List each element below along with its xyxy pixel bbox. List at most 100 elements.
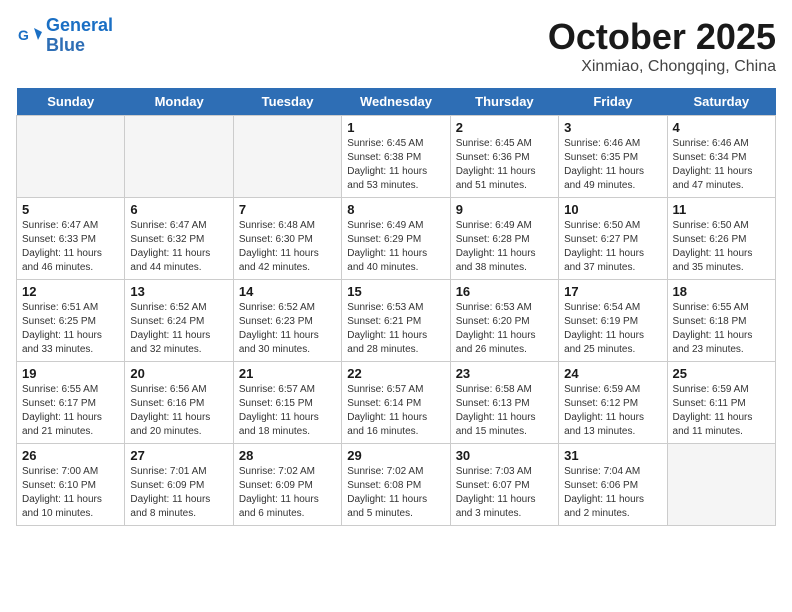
calendar-cell: 7Sunrise: 6:48 AM Sunset: 6:30 PM Daylig… [233, 198, 341, 280]
calendar-cell: 8 Sunrise: 6:49 AM Sunset: 6:29 PM Daylig… [342, 198, 450, 280]
day-info: Sunrise: 6:53 AM Sunset: 6:20 PM Dayligh… [456, 301, 553, 357]
calendar-cell: 14Sunrise: 6:52 AM Sunset: 6:23 PM Dayli… [233, 280, 341, 362]
day-info: Sunrise: 7:03 AM Sunset: 6:07 PM Dayligh… [456, 465, 553, 521]
calendar-week-row: 12Sunrise: 6:51 AM Sunset: 6:25 PM Dayli… [17, 280, 776, 362]
calendar-cell: 5Sunrise: 6:47 AM Sunset: 6:33 PM Daylig… [17, 198, 125, 280]
calendar-cell: 28Sunrise: 7:02 AM Sunset: 6:09 PM Dayli… [233, 444, 341, 526]
calendar-cell: 20 Sunrise: 6:56 AM Sunset: 6:16 PM Dayli… [125, 362, 233, 444]
calendar-cell: 30 Sunrise: 7:03 AM Sunset: 6:07 PM Dayli… [450, 444, 558, 526]
day-info: Sunrise: 6:45 AM Sunset: 6:38 PM Dayligh… [347, 137, 444, 193]
calendar-cell: 13 Sunrise: 6:52 AM Sunset: 6:24 PM Dayli… [125, 280, 233, 362]
calendar-cell: 15 Sunrise: 6:53 AM Sunset: 6:21 PM Dayli… [342, 280, 450, 362]
day-info: Sunrise: 6:50 AM Sunset: 6:27 PM Dayligh… [564, 219, 661, 275]
day-info: Sunrise: 6:54 AM Sunset: 6:19 PM Dayligh… [564, 301, 661, 357]
day-number: 5 [22, 202, 119, 217]
day-number: 19 [22, 366, 119, 381]
day-number: 24 [564, 366, 661, 381]
day-info: Sunrise: 6:55 AM Sunset: 6:17 PM Dayligh… [22, 383, 119, 439]
day-info: Sunrise: 7:02 AM Sunset: 6:09 PM Dayligh… [239, 465, 336, 521]
weekday-header-row: SundayMondayTuesdayWednesdayThursdayFrid… [17, 88, 776, 116]
day-number: 1 [347, 120, 444, 135]
page-header: G General Blue October 2025 Xinmiao, Cho… [16, 16, 776, 76]
day-number: 13 [130, 284, 227, 299]
day-info: Sunrise: 6:45 AM Sunset: 6:36 PM Dayligh… [456, 137, 553, 193]
calendar-cell: 1 Sunrise: 6:45 AM Sunset: 6:38 PM Daylig… [342, 116, 450, 198]
calendar-cell: 27 Sunrise: 7:01 AM Sunset: 6:09 PM Dayli… [125, 444, 233, 526]
day-number: 3 [564, 120, 661, 135]
logo-text: General Blue [46, 16, 113, 56]
day-number: 10 [564, 202, 661, 217]
day-info: Sunrise: 6:59 AM Sunset: 6:11 PM Dayligh… [673, 383, 770, 439]
day-info: Sunrise: 7:01 AM Sunset: 6:09 PM Dayligh… [130, 465, 227, 521]
day-number: 8 [347, 202, 444, 217]
calendar-table: SundayMondayTuesdayWednesdayThursdayFrid… [16, 88, 776, 526]
weekday-header: Monday [125, 88, 233, 116]
day-info: Sunrise: 6:47 AM Sunset: 6:32 PM Dayligh… [130, 219, 227, 275]
calendar-week-row: 19 Sunrise: 6:55 AM Sunset: 6:17 PM Dayli… [17, 362, 776, 444]
calendar-cell: 31 Sunrise: 7:04 AM Sunset: 6:06 PM Dayli… [559, 444, 667, 526]
day-number: 22 [347, 366, 444, 381]
day-number: 30 [456, 448, 553, 463]
calendar-cell: 10 Sunrise: 6:50 AM Sunset: 6:27 PM Dayli… [559, 198, 667, 280]
day-info: Sunrise: 6:49 AM Sunset: 6:28 PM Dayligh… [456, 219, 553, 275]
day-number: 6 [130, 202, 227, 217]
calendar-cell: 29 Sunrise: 7:02 AM Sunset: 6:08 PM Dayli… [342, 444, 450, 526]
day-number: 15 [347, 284, 444, 299]
calendar-cell: 25 Sunrise: 6:59 AM Sunset: 6:11 PM Dayli… [667, 362, 775, 444]
calendar-week-row: 1 Sunrise: 6:45 AM Sunset: 6:38 PM Daylig… [17, 116, 776, 198]
day-number: 25 [673, 366, 770, 381]
weekday-header: Saturday [667, 88, 775, 116]
day-number: 27 [130, 448, 227, 463]
calendar-cell: 12Sunrise: 6:51 AM Sunset: 6:25 PM Dayli… [17, 280, 125, 362]
day-info: Sunrise: 6:58 AM Sunset: 6:13 PM Dayligh… [456, 383, 553, 439]
day-info: Sunrise: 6:59 AM Sunset: 6:12 PM Dayligh… [564, 383, 661, 439]
day-number: 2 [456, 120, 553, 135]
calendar-cell: 6 Sunrise: 6:47 AM Sunset: 6:32 PM Daylig… [125, 198, 233, 280]
weekday-header: Tuesday [233, 88, 341, 116]
svg-text:G: G [18, 27, 29, 43]
calendar-cell: 22Sunrise: 6:57 AM Sunset: 6:14 PM Dayli… [342, 362, 450, 444]
day-number: 17 [564, 284, 661, 299]
day-info: Sunrise: 6:51 AM Sunset: 6:25 PM Dayligh… [22, 301, 119, 357]
day-number: 31 [564, 448, 661, 463]
day-info: Sunrise: 7:02 AM Sunset: 6:08 PM Dayligh… [347, 465, 444, 521]
day-info: Sunrise: 7:04 AM Sunset: 6:06 PM Dayligh… [564, 465, 661, 521]
calendar-cell: 17 Sunrise: 6:54 AM Sunset: 6:19 PM Dayli… [559, 280, 667, 362]
calendar-week-row: 26 Sunrise: 7:00 AM Sunset: 6:10 PM Dayli… [17, 444, 776, 526]
day-info: Sunrise: 6:49 AM Sunset: 6:29 PM Dayligh… [347, 219, 444, 275]
calendar-cell [667, 444, 775, 526]
day-number: 20 [130, 366, 227, 381]
day-info: Sunrise: 6:56 AM Sunset: 6:16 PM Dayligh… [130, 383, 227, 439]
day-number: 29 [347, 448, 444, 463]
day-info: Sunrise: 6:50 AM Sunset: 6:26 PM Dayligh… [673, 219, 770, 275]
month-title: October 2025 [548, 16, 776, 58]
calendar-cell: 18Sunrise: 6:55 AM Sunset: 6:18 PM Dayli… [667, 280, 775, 362]
day-info: Sunrise: 6:53 AM Sunset: 6:21 PM Dayligh… [347, 301, 444, 357]
title-area: October 2025 Xinmiao, Chongqing, China [548, 16, 776, 76]
calendar-cell: 26 Sunrise: 7:00 AM Sunset: 6:10 PM Dayli… [17, 444, 125, 526]
weekday-header: Wednesday [342, 88, 450, 116]
calendar-cell: 3 Sunrise: 6:46 AM Sunset: 6:35 PM Daylig… [559, 116, 667, 198]
day-number: 11 [673, 202, 770, 217]
logo: G General Blue [16, 16, 113, 56]
weekday-header: Thursday [450, 88, 558, 116]
day-number: 23 [456, 366, 553, 381]
calendar-cell: 2 Sunrise: 6:45 AM Sunset: 6:36 PM Daylig… [450, 116, 558, 198]
day-info: Sunrise: 6:46 AM Sunset: 6:34 PM Dayligh… [673, 137, 770, 193]
day-info: Sunrise: 6:52 AM Sunset: 6:24 PM Dayligh… [130, 301, 227, 357]
calendar-cell [233, 116, 341, 198]
day-info: Sunrise: 7:00 AM Sunset: 6:10 PM Dayligh… [22, 465, 119, 521]
calendar-week-row: 5Sunrise: 6:47 AM Sunset: 6:33 PM Daylig… [17, 198, 776, 280]
calendar-cell: 23 Sunrise: 6:58 AM Sunset: 6:13 PM Dayli… [450, 362, 558, 444]
calendar-cell: 21Sunrise: 6:57 AM Sunset: 6:15 PM Dayli… [233, 362, 341, 444]
day-number: 4 [673, 120, 770, 135]
day-info: Sunrise: 6:52 AM Sunset: 6:23 PM Dayligh… [239, 301, 336, 357]
day-info: Sunrise: 6:46 AM Sunset: 6:35 PM Dayligh… [564, 137, 661, 193]
day-info: Sunrise: 6:48 AM Sunset: 6:30 PM Dayligh… [239, 219, 336, 275]
calendar-cell: 11 Sunrise: 6:50 AM Sunset: 6:26 PM Dayli… [667, 198, 775, 280]
calendar-cell [17, 116, 125, 198]
weekday-header: Sunday [17, 88, 125, 116]
weekday-header: Friday [559, 88, 667, 116]
day-number: 26 [22, 448, 119, 463]
calendar-cell [125, 116, 233, 198]
